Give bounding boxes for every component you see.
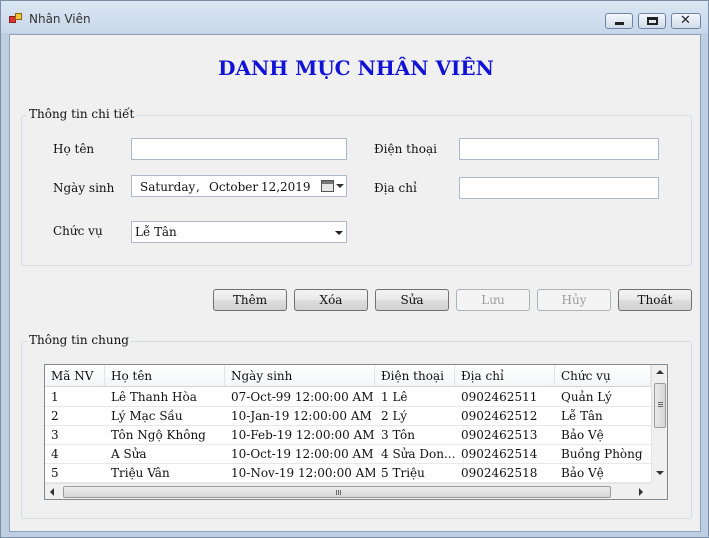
cell-id: 3 xyxy=(51,428,59,442)
column-header-name[interactable]: Họ tên xyxy=(105,365,225,387)
cell-dob: 10-Jan-19 12:00:00 AM xyxy=(231,409,372,423)
close-icon: ✕ xyxy=(680,13,691,28)
scroll-right-icon[interactable] xyxy=(639,488,643,496)
cell-phone: 1 Lê xyxy=(381,390,408,404)
scroll-up-icon[interactable] xyxy=(656,370,664,374)
cell-position: Lễ Tân xyxy=(561,409,603,423)
edit-button[interactable]: Sửa xyxy=(375,289,449,311)
maximize-icon xyxy=(647,17,658,25)
scrollbar-corner xyxy=(651,483,667,499)
close-button[interactable]: ✕ xyxy=(671,13,701,29)
dob-datepicker[interactable]: Saturday , October 12, 2019 xyxy=(131,175,347,197)
title-bar[interactable]: Nhân Viên ✕ xyxy=(1,1,708,33)
cell-address: 0902462512 xyxy=(461,409,538,423)
cell-dob: 07-Oct-99 12:00:00 AM xyxy=(231,390,374,404)
grid-header: Mã NV Họ tên Ngày sinh Điện thoại Địa ch… xyxy=(45,365,651,387)
vertical-scrollbar[interactable] xyxy=(651,365,667,483)
cell-name: Tôn Ngộ Không xyxy=(111,428,206,442)
cell-phone: 2 Lý xyxy=(381,409,407,423)
dob-weekday: Saturday xyxy=(140,180,196,194)
cell-name: A Sửa xyxy=(111,447,147,461)
address-field[interactable] xyxy=(459,177,659,199)
cell-position: Quản Lý xyxy=(561,390,612,404)
cell-name: Lý Mạc Sầu xyxy=(111,409,183,423)
column-header-id[interactable]: Mã NV xyxy=(45,365,105,387)
app-window: Nhân Viên ✕ DANH MỤC NHÂN VIÊN Thông tin… xyxy=(0,0,709,538)
general-group-legend: Thông tin chung xyxy=(27,333,131,347)
column-header-position[interactable]: Chức vụ xyxy=(555,365,651,387)
cell-dob: 10-Nov-19 12:00:00 AM xyxy=(231,466,375,480)
vertical-scroll-thumb[interactable] xyxy=(654,383,666,428)
calendar-icon[interactable] xyxy=(321,180,334,192)
cell-position: Buồng Phòng xyxy=(561,447,643,461)
name-label: Họ tên xyxy=(53,142,95,156)
page-title: DANH MỤC NHÂN VIÊN xyxy=(218,56,494,80)
add-button[interactable]: Thêm xyxy=(213,289,287,311)
minimize-button[interactable] xyxy=(605,13,633,29)
table-row[interactable]: 2 Lý Mạc Sầu 10-Jan-19 12:00:00 AM 2 Lý … xyxy=(45,407,651,426)
column-header-phone[interactable]: Điện thoại xyxy=(375,365,455,387)
cell-dob: 10-Feb-19 12:00:00 AM xyxy=(231,428,375,442)
app-icon xyxy=(9,13,23,25)
cell-position: Bảo Vệ xyxy=(561,428,604,442)
dob-day: 12, xyxy=(261,180,281,194)
cell-phone: 4 Sửa Don... xyxy=(381,447,455,461)
horizontal-scroll-thumb[interactable] xyxy=(63,486,611,498)
address-label: Địa chỉ xyxy=(374,181,417,195)
column-header-address[interactable]: Địa chỉ xyxy=(455,365,555,387)
window-title: Nhân Viên xyxy=(29,12,91,26)
table-row[interactable]: 5 Triệu Vân 10-Nov-19 12:00:00 AM 5 Triệ… xyxy=(45,464,651,483)
table-row[interactable]: 3 Tôn Ngộ Không 10-Feb-19 12:00:00 AM 3 … xyxy=(45,426,651,445)
cell-position: Bảo Vệ xyxy=(561,466,604,480)
phone-field[interactable] xyxy=(459,138,659,160)
cell-id: 1 xyxy=(51,390,59,404)
cell-id: 5 xyxy=(51,466,59,480)
exit-button[interactable]: Thoát xyxy=(618,289,692,311)
detail-group-legend: Thông tin chi tiết xyxy=(27,107,137,121)
scroll-down-icon[interactable] xyxy=(656,471,664,475)
form-client-area: DANH MỤC NHÂN VIÊN Thông tin chi tiết Họ… xyxy=(9,34,701,532)
table-row[interactable]: 1 Lê Thanh Hòa 07-Oct-99 12:00:00 AM 1 L… xyxy=(45,388,651,407)
horizontal-scrollbar[interactable] xyxy=(45,483,651,499)
cell-phone: 3 Tôn xyxy=(381,428,415,442)
cancel-button[interactable]: Hủy xyxy=(537,289,611,311)
dob-year: 2019 xyxy=(280,180,311,194)
cell-address: 0902462514 xyxy=(461,447,538,461)
table-row[interactable]: 4 A Sửa 10-Oct-19 12:00:00 AM 4 Sửa Don.… xyxy=(45,445,651,464)
minimize-icon xyxy=(615,22,624,25)
maximize-button[interactable] xyxy=(638,13,666,29)
position-dropdown[interactable]: Lễ Tân xyxy=(131,221,347,243)
cell-phone: 5 Triệu xyxy=(381,466,425,480)
position-label: Chức vụ xyxy=(53,224,103,238)
column-header-dob[interactable]: Ngày sinh xyxy=(225,365,375,387)
cell-dob: 10-Oct-19 12:00:00 AM xyxy=(231,447,374,461)
save-button[interactable]: Lưu xyxy=(456,289,530,311)
cell-id: 4 xyxy=(51,447,59,461)
scroll-left-icon[interactable] xyxy=(50,488,54,496)
delete-button[interactable]: Xóa xyxy=(294,289,368,311)
cell-address: 0902462513 xyxy=(461,428,538,442)
dob-separator: , xyxy=(196,180,200,194)
cell-name: Triệu Vân xyxy=(111,466,170,480)
dob-month: October xyxy=(209,180,259,194)
dob-label: Ngày sinh xyxy=(53,181,115,195)
name-field[interactable] xyxy=(131,138,347,160)
cell-address: 0902462511 xyxy=(461,390,538,404)
cell-address: 0902462518 xyxy=(461,466,538,480)
phone-label: Điện thoại xyxy=(374,142,437,156)
cell-id: 2 xyxy=(51,409,59,423)
chevron-down-icon[interactable] xyxy=(336,184,344,188)
employee-datagrid[interactable]: Mã NV Họ tên Ngày sinh Điện thoại Địa ch… xyxy=(44,364,668,500)
cell-name: Lê Thanh Hòa xyxy=(111,390,197,404)
chevron-down-icon[interactable] xyxy=(335,231,343,235)
position-selected: Lễ Tân xyxy=(135,225,177,239)
